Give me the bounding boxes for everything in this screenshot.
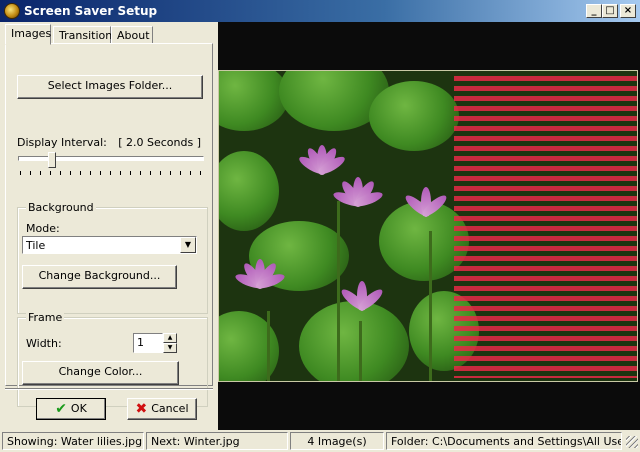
width-stepper-buttons: ▲ ▼ xyxy=(163,333,177,353)
increment-arrow-icon[interactable]: ▲ xyxy=(163,333,177,343)
change-background-button[interactable]: Change Background... xyxy=(22,265,177,289)
status-image-count: 4 Image(s) xyxy=(290,432,384,450)
preview-area xyxy=(218,22,640,430)
chevron-down-icon[interactable]: ▼ xyxy=(180,237,196,253)
ok-button[interactable]: ✔ OK xyxy=(36,398,106,420)
select-images-folder-button[interactable]: Select Images Folder... xyxy=(17,75,203,99)
display-interval-label: Display Interval: xyxy=(17,136,107,149)
display-interval-slider[interactable] xyxy=(18,152,204,168)
status-bar: Showing: Water lilies.jpg Next: Winter.j… xyxy=(0,430,640,452)
mode-label: Mode: xyxy=(26,222,60,235)
settings-panel: Images Transition About Select Images Fo… xyxy=(0,22,216,430)
slider-track[interactable] xyxy=(18,156,204,161)
background-group-title: Background xyxy=(26,201,96,214)
display-interval-value: [ 2.0 Seconds ] xyxy=(118,136,201,149)
width-input[interactable]: 1 xyxy=(133,333,163,353)
resize-grip-icon[interactable] xyxy=(626,436,638,448)
tab-transition[interactable]: Transition xyxy=(53,26,112,44)
tab-images[interactable]: Images xyxy=(5,24,51,45)
status-next: Next: Winter.jpg xyxy=(146,432,288,450)
app-globe-icon xyxy=(4,3,20,19)
close-button[interactable]: × xyxy=(620,4,636,18)
divider xyxy=(5,388,213,390)
status-showing: Showing: Water lilies.jpg xyxy=(2,432,144,450)
slider-ticks xyxy=(20,171,206,175)
frame-group-title: Frame xyxy=(26,311,65,324)
lily-flower xyxy=(331,275,391,335)
width-label: Width: xyxy=(26,337,62,350)
change-color-button[interactable]: Change Color... xyxy=(22,361,179,385)
decrement-arrow-icon[interactable]: ▼ xyxy=(163,343,177,353)
width-stepper[interactable]: 1 ▲ ▼ xyxy=(133,333,177,353)
lily-flower xyxy=(327,171,387,231)
cross-icon: ✖ xyxy=(135,401,148,417)
preview-image xyxy=(218,70,638,382)
minimize-button[interactable]: _ xyxy=(586,4,602,18)
window-title: Screen Saver Setup xyxy=(24,4,158,18)
slider-thumb[interactable] xyxy=(48,152,56,168)
ok-label: OK xyxy=(70,402,87,415)
tab-about[interactable]: About xyxy=(111,26,153,44)
screen-saver-setup-window: Screen Saver Setup _ □ × Images Transiti… xyxy=(0,0,640,452)
background-group: Background Mode: Tile ▼ Change Backgroun… xyxy=(17,201,208,314)
mode-select-value: Tile xyxy=(26,239,46,252)
status-folder: Folder: C:\Documents and Settings\All Us… xyxy=(386,432,622,450)
lily-flower xyxy=(229,253,289,313)
mode-select[interactable]: Tile ▼ xyxy=(22,236,197,254)
cancel-button[interactable]: ✖ Cancel xyxy=(127,398,197,420)
checkmark-icon: ✔ xyxy=(55,401,67,417)
images-tab-panel: Select Images Folder... Display Interval… xyxy=(5,43,213,407)
frame-group: Frame Width: 1 ▲ ▼ Change Color... xyxy=(17,311,208,407)
maximize-button[interactable]: □ xyxy=(602,4,618,18)
cancel-label: Cancel xyxy=(151,402,189,415)
title-bar[interactable]: Screen Saver Setup _ □ × xyxy=(0,0,640,22)
lily-flower xyxy=(395,181,455,241)
transition-stripes xyxy=(454,76,637,378)
